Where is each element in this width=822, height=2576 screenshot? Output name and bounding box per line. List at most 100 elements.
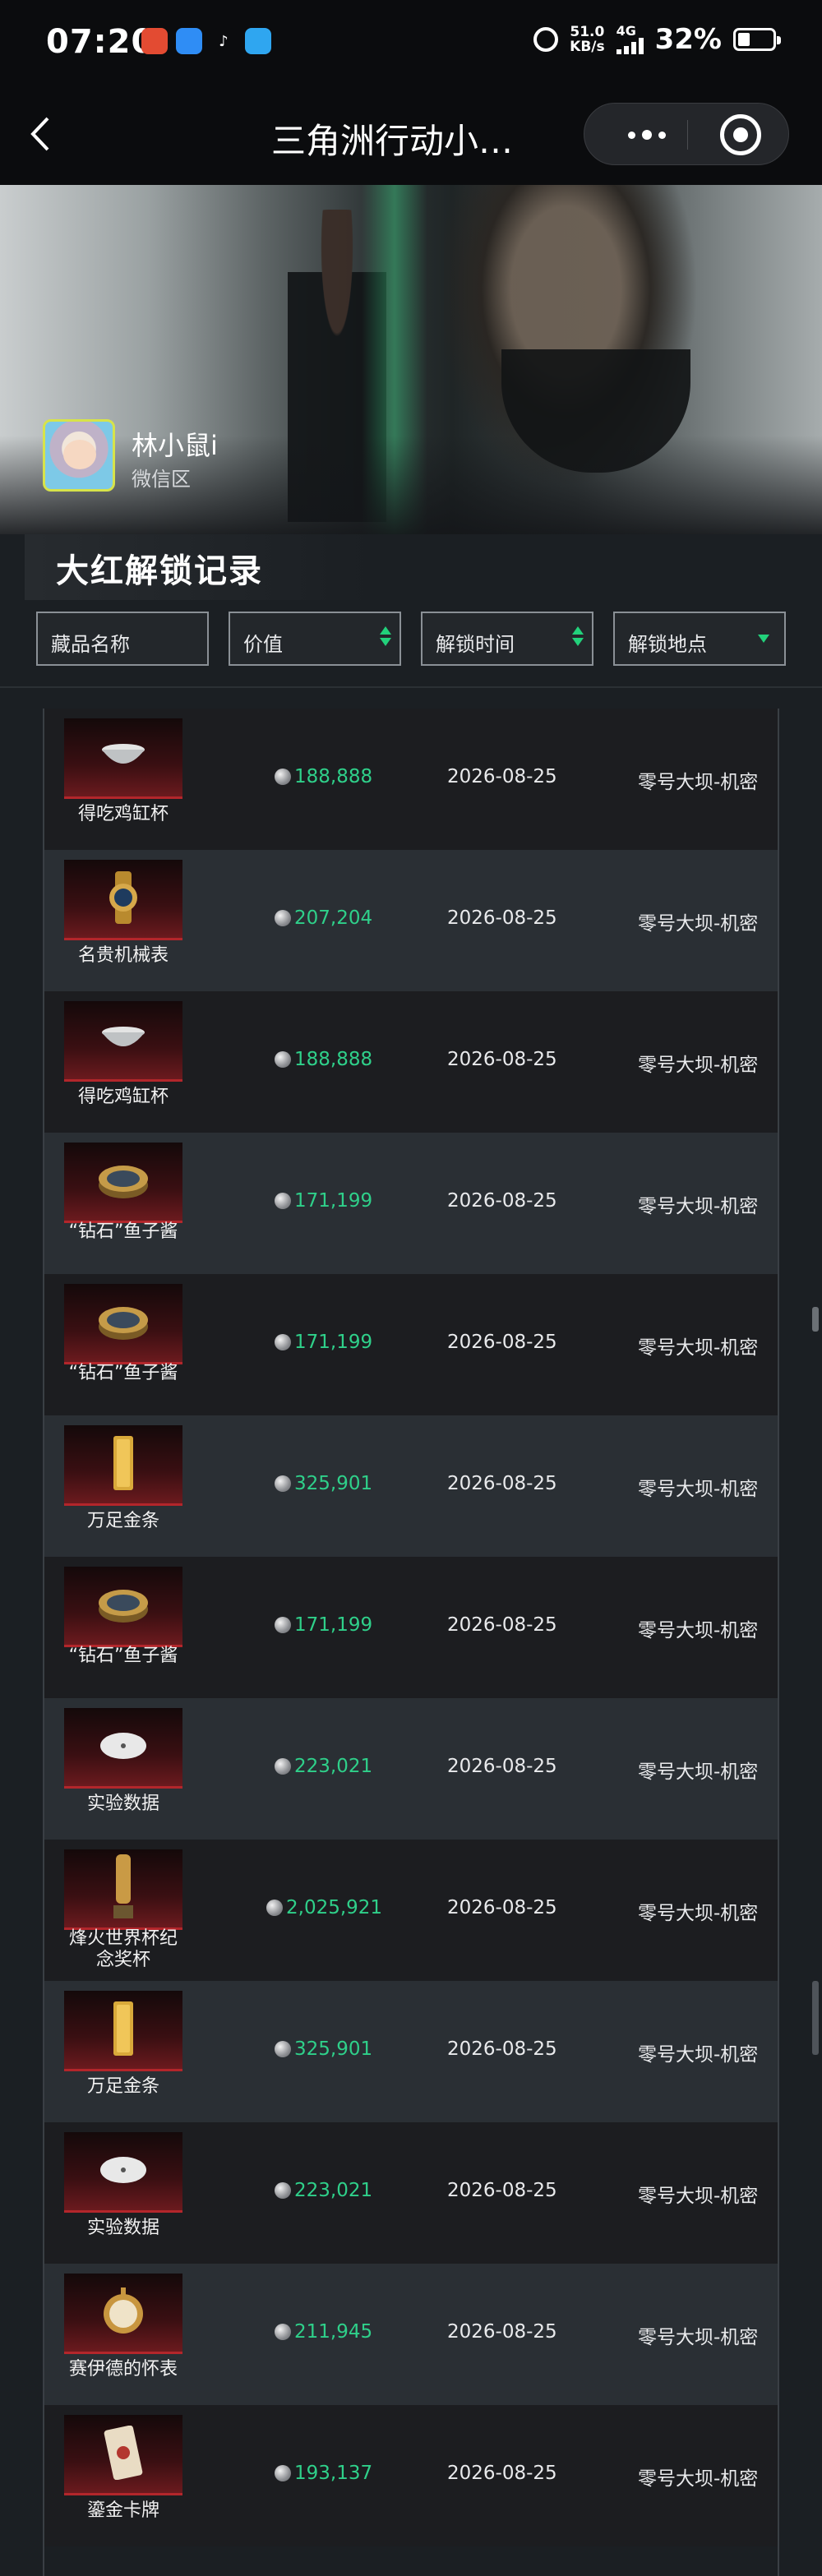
unlock-date: 2026-08-25 xyxy=(447,1473,557,1494)
unlock-location: 零号大坝-机密 xyxy=(638,1337,759,1359)
unlock-location: 零号大坝-机密 xyxy=(638,1620,759,1641)
unlock-date: 2026-08-25 xyxy=(447,2038,557,2060)
item-thumbnail xyxy=(64,2274,182,2354)
sort-icon xyxy=(572,626,584,653)
item-name: “钻石”鱼子酱 xyxy=(68,1646,178,1666)
unlock-date: 2026-08-25 xyxy=(447,2463,557,2484)
item-value: 325,901 xyxy=(275,1473,372,1494)
unlock-records-section: 大红解锁记录 藏品名称 价值 解锁时间 解锁地点 得吃鸡缸杯 188,888 202… xyxy=(0,534,822,2576)
record-row[interactable]: 万足金条 325,901 2026-08-25 零号大坝-机密 xyxy=(44,1981,778,2122)
status-app-icons: ♪ xyxy=(141,28,271,54)
item-value-text: 223,021 xyxy=(294,1756,373,1777)
filter-bar: 藏品名称 价值 解锁时间 解锁地点 xyxy=(36,612,792,666)
record-row[interactable]: 实验数据 223,021 2026-08-25 零号大坝-机密 xyxy=(44,2122,778,2264)
item-value: 171,199 xyxy=(275,1190,372,1212)
coin-icon xyxy=(275,2324,291,2340)
scrollbar-thumb-secondary[interactable] xyxy=(812,1981,819,2055)
item-thumbnail xyxy=(64,1284,182,1364)
coin-icon xyxy=(275,2041,291,2057)
item-name: 赛伊德的怀表 xyxy=(68,2359,178,2380)
app-icon-blue xyxy=(176,28,202,54)
item-name: 万足金条 xyxy=(86,2076,159,2097)
unlock-location: 零号大坝-机密 xyxy=(638,1761,759,1783)
item-name: 名贵机械表 xyxy=(77,945,169,966)
filter-unlock-location[interactable]: 解锁地点 xyxy=(613,612,786,666)
caviar-tin-icon xyxy=(97,1581,150,1631)
bowl-icon xyxy=(99,1024,148,1057)
item-value: 171,199 xyxy=(275,1614,372,1636)
unlock-date: 2026-08-25 xyxy=(447,907,557,929)
net-speed-value: 51.0 xyxy=(570,24,605,40)
item-thumbnail xyxy=(64,2415,182,2495)
unlock-location: 零号大坝-机密 xyxy=(638,1196,759,1217)
unlock-location: 零号大坝-机密 xyxy=(638,1479,759,1500)
app-icon-cyan xyxy=(245,28,271,54)
record-row[interactable]: “钻石”鱼子酱 171,199 2026-08-25 零号大坝-机密 xyxy=(44,1557,778,1698)
alarm-icon xyxy=(533,27,559,52)
more-button[interactable] xyxy=(614,115,680,155)
coin-icon xyxy=(275,1334,291,1350)
filter-unlock-time[interactable]: 解锁时间 xyxy=(421,612,593,666)
records-list[interactable]: 得吃鸡缸杯 188,888 2026-08-25 零号大坝-机密 名贵机械表 207,20… xyxy=(43,709,779,2576)
item-thumbnail xyxy=(64,1849,182,1930)
item-value: 188,888 xyxy=(275,1049,372,1070)
nav-bar: 三角洲行动小… xyxy=(0,82,822,185)
item-value: 207,204 xyxy=(275,907,372,929)
record-row[interactable]: 得吃鸡缸杯 188,888 2026-08-25 零号大坝-机密 xyxy=(44,991,778,1133)
mini-program-capsule xyxy=(584,103,789,165)
record-row[interactable]: “钻石”鱼子酱 171,199 2026-08-25 零号大坝-机密 xyxy=(44,1274,778,1415)
filter-value[interactable]: 价值 xyxy=(229,612,401,666)
item-value-text: 193,137 xyxy=(294,2463,373,2484)
item-value-text: 171,199 xyxy=(294,1190,373,1212)
avatar[interactable] xyxy=(43,419,115,492)
item-name: “钻石”鱼子酱 xyxy=(68,1221,178,1242)
unlock-location: 零号大坝-机密 xyxy=(638,1903,759,1924)
item-value: 223,021 xyxy=(275,1756,372,1777)
unlock-location: 零号大坝-机密 xyxy=(638,913,759,935)
bowl-icon xyxy=(99,741,148,774)
back-button[interactable] xyxy=(28,113,61,155)
item-value-text: 2,025,921 xyxy=(286,1897,383,1918)
filter-label: 价值 xyxy=(243,633,283,656)
page-title: 三角洲行动小… xyxy=(271,121,514,161)
trophy-icon xyxy=(111,1854,136,1923)
record-row[interactable]: 赛伊德的怀表 211,945 2026-08-25 零号大坝-机密 xyxy=(44,2264,778,2405)
gold-bar-icon xyxy=(110,2000,136,2061)
banner-fade xyxy=(0,436,822,534)
item-value-text: 211,945 xyxy=(294,2321,373,2343)
item-name: 烽火世界杯纪念奖杯 xyxy=(68,1928,178,1970)
caviar-tin-icon xyxy=(97,1157,150,1207)
item-thumbnail xyxy=(64,2132,182,2213)
record-row[interactable]: 实验数据 223,021 2026-08-25 零号大坝-机密 xyxy=(44,1698,778,1840)
status-right: 51.0 KB/s 4G 32% xyxy=(533,23,781,56)
pocket-watch-icon xyxy=(99,2286,148,2340)
tiktok-icon: ♪ xyxy=(210,28,237,54)
record-row[interactable]: 名贵机械表 207,204 2026-08-25 零号大坝-机密 xyxy=(44,850,778,991)
card-icon xyxy=(104,2425,143,2483)
net-speed: 51.0 KB/s xyxy=(570,25,604,54)
record-row[interactable]: 烽火世界杯纪念奖杯 2,025,921 2026-08-25 零号大坝-机密 xyxy=(44,1840,778,1981)
record-row[interactable]: 万足金条 325,901 2026-08-25 零号大坝-机密 xyxy=(44,1415,778,1557)
app-icon-red xyxy=(141,28,168,54)
close-mini-program-button[interactable] xyxy=(720,114,761,155)
item-thumbnail xyxy=(64,1143,182,1223)
unlock-location: 零号大坝-机密 xyxy=(638,2327,759,2348)
user-name: 林小鼠i xyxy=(132,430,218,461)
capsule-divider xyxy=(687,120,688,150)
coin-icon xyxy=(275,1758,291,1775)
battery-percent: 32% xyxy=(654,23,722,56)
coin-icon xyxy=(266,1900,283,1916)
caviar-tin-icon xyxy=(97,1299,150,1348)
disc-icon xyxy=(99,1729,148,1766)
unlock-date: 2026-08-25 xyxy=(447,2321,557,2343)
item-name: 得吃鸡缸杯 xyxy=(77,804,169,824)
record-row[interactable]: 鎏金卡牌 193,137 2026-08-25 零号大坝-机密 xyxy=(44,2405,778,2546)
unlock-location: 零号大坝-机密 xyxy=(638,1055,759,1076)
record-row[interactable]: “钻石”鱼子酱 171,199 2026-08-25 零号大坝-机密 xyxy=(44,1133,778,1274)
item-name: 万足金条 xyxy=(86,1511,159,1531)
item-value: 223,021 xyxy=(275,2180,372,2201)
record-row[interactable]: 得吃鸡缸杯 188,888 2026-08-25 零号大坝-机密 xyxy=(44,709,778,850)
filter-item-name[interactable]: 藏品名称 xyxy=(36,612,209,666)
scrollbar-thumb[interactable] xyxy=(812,1307,819,1332)
signal-icon xyxy=(616,38,644,54)
